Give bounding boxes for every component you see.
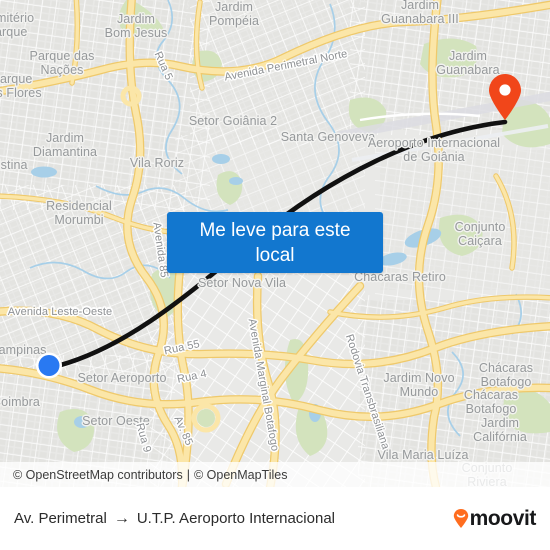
moovit-logo[interactable]: moovit bbox=[453, 507, 536, 531]
moovit-wordmark: moovit bbox=[469, 506, 537, 530]
route-destination-label: U.T.P. Aeroporto Internacional bbox=[136, 510, 335, 527]
map-screenshot: Jardim Pompéia Jardim Guanabara III Jardim… bbox=[0, 0, 550, 550]
osm-attribution[interactable]: © OpenStreetMap contributors bbox=[13, 468, 183, 482]
destination-pin-marker[interactable] bbox=[487, 74, 523, 125]
take-me-there-button[interactable]: Me leve para este local bbox=[167, 212, 383, 273]
origin-dot-icon bbox=[36, 352, 62, 379]
moovit-pin-icon bbox=[453, 509, 468, 528]
footer-bar: Av. Perimetral → U.T.P. Aeroporto Intern… bbox=[0, 487, 550, 550]
map-canvas[interactable]: Jardim Pompéia Jardim Guanabara III Jardim… bbox=[0, 0, 550, 487]
map-pin-icon bbox=[489, 74, 521, 120]
map-attribution: © OpenStreetMap contributors | © OpenMap… bbox=[0, 462, 550, 487]
take-me-there-label: Me leve para este local bbox=[199, 219, 351, 266]
route-origin-label: Av. Perimetral bbox=[14, 510, 107, 527]
origin-dot-marker[interactable] bbox=[34, 351, 64, 386]
attribution-separator: | bbox=[186, 467, 190, 482]
arrow-right-icon: → bbox=[113, 509, 130, 527]
openmaptiles-attribution[interactable]: © OpenMapTiles bbox=[194, 468, 288, 482]
route-summary: Av. Perimetral → U.T.P. Aeroporto Intern… bbox=[14, 510, 453, 528]
